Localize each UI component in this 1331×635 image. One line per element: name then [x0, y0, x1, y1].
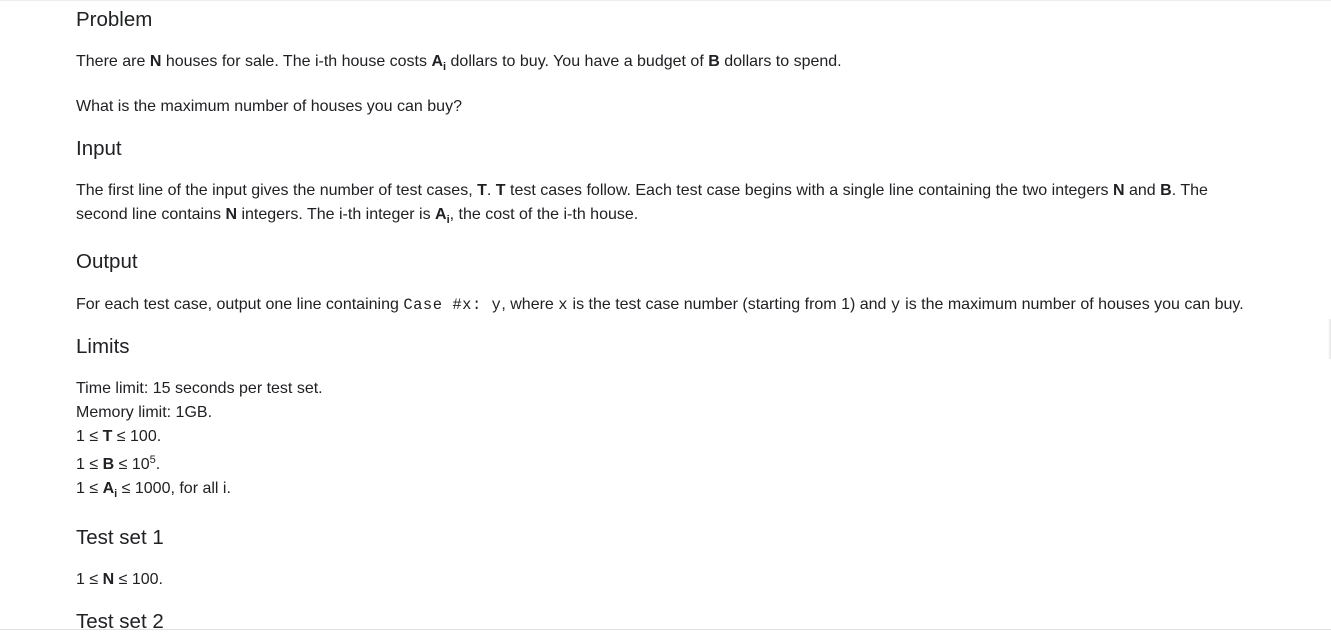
code-y: y	[890, 296, 901, 314]
var-t: T	[495, 182, 506, 199]
var-n: N	[149, 53, 162, 70]
time-limit: Time limit: 15 seconds per test set.	[76, 380, 323, 397]
output-heading: Output	[76, 250, 138, 273]
limits-heading: Limits	[76, 335, 130, 358]
var-a: A	[431, 53, 444, 70]
t-constraint: 1 ≤ T ≤ 100.	[76, 428, 162, 445]
output-description: For each test case, output one line cont…	[76, 296, 1244, 314]
var-t: T	[477, 182, 487, 199]
problem-heading: Problem	[76, 8, 153, 31]
a-constraint: 1 ≤ Ai ≤ 1000, for all i.	[76, 480, 231, 500]
var-b: B	[1160, 182, 1172, 199]
var-a: A	[435, 206, 447, 223]
input-description: The first line of the input gives the nu…	[76, 179, 1286, 227]
limits-list: Time limit: 15 seconds per test set. Mem…	[76, 377, 1286, 501]
test-set-1-heading: Test set 1	[76, 526, 164, 549]
code-case-format: Case #x: y	[403, 296, 502, 314]
test-set-1-constraint: 1 ≤ N ≤ 100.	[76, 571, 163, 588]
input-line-2: second line contains N integers. The i-t…	[76, 206, 639, 226]
b-constraint: 1 ≤ B ≤ 105.	[76, 454, 161, 474]
bottom-divider	[0, 629, 1331, 630]
var-n: N	[1113, 182, 1125, 199]
problem-question: What is the maximum number of houses you…	[76, 98, 462, 115]
problem-statement-page: Problem There are N houses for sale. The…	[0, 0, 1331, 635]
problem-description: There are N houses for sale. The i-th ho…	[76, 53, 842, 73]
var-b: B	[708, 53, 720, 70]
var-n: N	[225, 206, 237, 223]
code-x: x	[558, 296, 569, 314]
test-set-2-heading: Test set 2	[76, 610, 164, 633]
input-line-1: The first line of the input gives the nu…	[76, 182, 1208, 199]
memory-limit: Memory limit: 1GB.	[76, 404, 213, 421]
input-heading: Input	[76, 137, 122, 160]
